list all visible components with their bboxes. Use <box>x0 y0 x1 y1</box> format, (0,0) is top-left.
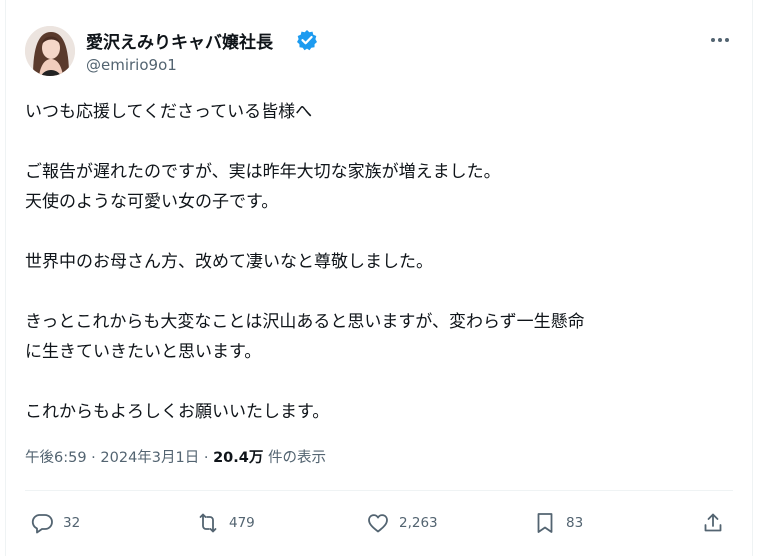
verified-badge-icon <box>297 30 317 51</box>
avatar[interactable] <box>25 26 75 76</box>
repost-button[interactable]: 479 <box>196 508 255 538</box>
tweet-line: 天使のような可愛い女の子です。 <box>25 192 279 212</box>
bookmark-count: 83 <box>566 515 584 531</box>
tweet-line: これからもよろしくお願いいたします。 <box>25 402 330 422</box>
tweet-line: いつも応援してくださっている皆様へ <box>25 102 313 122</box>
avatar-image <box>25 26 75 76</box>
author-name[interactable]: 愛沢えみりキャバ嬢社長 <box>86 28 273 53</box>
reply-count: 32 <box>63 515 81 531</box>
like-button[interactable]: 2,263 <box>366 508 438 538</box>
meta-separator: · <box>86 450 101 466</box>
reply-icon <box>31 514 53 534</box>
like-count: 2,263 <box>399 515 438 531</box>
view-count-label: 件の表示 <box>263 450 326 466</box>
tweet-line: 世界中のお母さん方、改めて凄いなと尊敬しました。 <box>25 252 433 272</box>
post-date[interactable]: 2024年3月1日 <box>100 450 199 466</box>
post-time[interactable]: 午後6:59 <box>25 450 87 466</box>
heart-icon <box>368 514 388 533</box>
bookmark-button[interactable]: 83 <box>533 508 583 538</box>
share-icon <box>704 513 722 532</box>
author-handle[interactable]: @emirio9o1 <box>86 56 177 74</box>
tweet-line: ご報告が遅れたのですが、実は昨年大切な家族が増えました。 <box>25 162 501 182</box>
tweet-meta: 午後6:59 · 2024年3月1日 · 20.4万 件の表示 <box>25 446 326 467</box>
divider <box>25 490 733 491</box>
repost-count: 479 <box>229 515 255 531</box>
reply-button[interactable]: 32 <box>30 508 80 538</box>
meta-separator: · <box>199 450 214 466</box>
share-button[interactable] <box>701 508 725 538</box>
more-options-icon[interactable] <box>706 30 734 50</box>
view-count: 20.4万 <box>213 450 264 466</box>
tweet-line: に生きていきたいと思います。 <box>25 342 262 362</box>
tweet-line: きっとこれからも大変なことは沢山あると思いますが、変わらず一生懸命 <box>25 312 585 332</box>
bookmark-icon <box>537 513 553 533</box>
tweet-text: いつも応援してくださっている皆様へ ご報告が遅れたのですが、実は昨年大切な家族が… <box>25 97 740 427</box>
repost-icon <box>199 513 217 533</box>
